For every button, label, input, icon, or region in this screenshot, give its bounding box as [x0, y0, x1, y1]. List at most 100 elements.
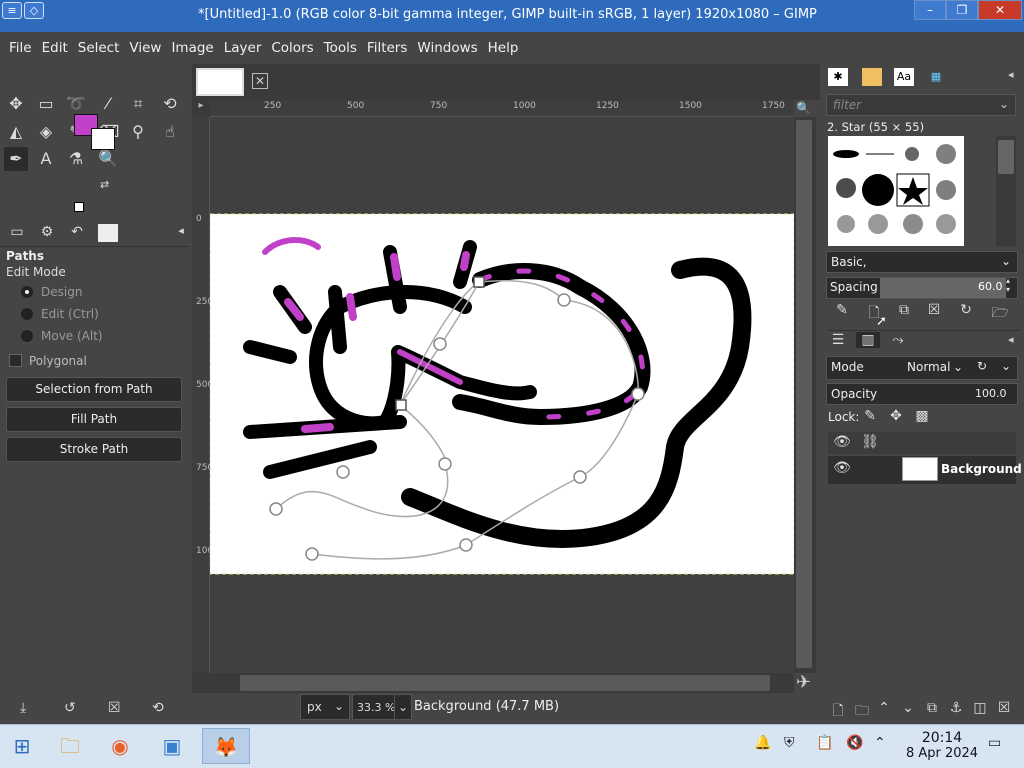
brush-thumb[interactable] — [936, 180, 956, 200]
menu-filters[interactable]: Filters — [362, 40, 412, 56]
menu-colors[interactable]: Colors — [266, 40, 318, 56]
layer-thumbnail[interactable] — [902, 457, 938, 481]
menu-image[interactable]: Image — [166, 40, 218, 56]
unit-select[interactable]: px ⌄ — [300, 694, 350, 720]
horizontal-scroll-thumb[interactable] — [240, 675, 770, 691]
app-menu-icon[interactable]: ≡ — [2, 2, 22, 19]
design-mode-radio[interactable] — [21, 286, 33, 298]
delete-brush-icon[interactable]: ☒ — [922, 302, 946, 318]
text-tool-icon[interactable]: A — [34, 147, 58, 171]
color-picker-icon[interactable]: ⚗ — [64, 147, 88, 171]
polygonal-checkbox[interactable] — [9, 354, 22, 367]
taskbar-clock[interactable]: 20:14 8 Apr 2024 — [902, 730, 982, 762]
stroke-path-button[interactable]: Stroke Path — [6, 437, 182, 462]
horizontal-ruler[interactable]: 250 500 750 1000 1250 1500 1750 — [210, 100, 794, 117]
duplicate-layer-icon[interactable]: ⧉ — [920, 700, 944, 716]
move-mode-label[interactable]: Move (Alt) — [41, 329, 103, 343]
clone-icon[interactable]: ⚲ — [126, 120, 150, 144]
smudge-icon[interactable]: ☝ — [158, 120, 182, 144]
transform-icon[interactable]: ⟲ — [158, 92, 182, 116]
maximize-button[interactable]: ❐ — [946, 0, 978, 20]
layers-dock-menu-icon[interactable]: ◂ — [1008, 333, 1014, 346]
menu-layer[interactable]: Layer — [219, 40, 267, 56]
restore-options-icon[interactable]: ↺ — [64, 700, 76, 716]
control-panel-icon[interactable]: ▣ — [152, 728, 192, 764]
firefox-icon[interactable]: ◉ — [100, 728, 140, 764]
menu-help[interactable]: Help — [483, 40, 524, 56]
edit-mode-option-label[interactable]: Edit (Ctrl) — [41, 307, 99, 321]
nav-corner-icon[interactable] — [192, 673, 210, 693]
layer-mode-select[interactable]: Mode Normal ⌄ ↻ ⌄ — [826, 356, 1018, 380]
quick-mask-corner-icon[interactable]: ▸ — [192, 100, 210, 117]
fonts-tab-icon[interactable]: Aa — [894, 68, 914, 86]
image-tab-thumbnail[interactable] — [196, 68, 244, 96]
brush-thumb[interactable] — [905, 147, 919, 161]
brush-thumb[interactable] — [936, 144, 956, 164]
delete-layer-icon[interactable]: ☒ — [992, 700, 1016, 716]
warp-icon[interactable]: ◭ — [4, 120, 28, 144]
show-desktop-icon[interactable]: ▭ — [988, 735, 1001, 751]
lock-pixels-icon[interactable]: ✎ — [858, 408, 882, 424]
brush-tag-field[interactable]: Basic, ⌄ — [826, 251, 1018, 273]
menu-edit[interactable]: Edit — [37, 40, 73, 56]
reset-options-icon[interactable]: ⟲ — [152, 700, 164, 716]
images-tab-icon[interactable] — [98, 224, 118, 242]
menu-select[interactable]: Select — [73, 40, 125, 56]
fuzzy-select-icon[interactable]: ⁄ — [96, 92, 120, 116]
bucket-fill-icon[interactable]: ◈ — [34, 120, 58, 144]
diamond-icon[interactable]: ◇ — [24, 2, 44, 19]
patterns-tab-icon[interactable] — [862, 68, 882, 86]
gradients-tab-icon[interactable]: ▦ — [926, 68, 946, 86]
edit-mode-radio[interactable] — [21, 308, 33, 320]
layer-name[interactable]: Background — [941, 462, 1022, 476]
new-layer-icon[interactable]: 🗋 — [826, 700, 850, 724]
mask-layer-icon[interactable]: ◫ — [968, 700, 992, 716]
clipboard-icon[interactable]: 📋 — [816, 735, 833, 751]
reset-mode-icon[interactable]: ↻ — [977, 359, 987, 373]
brush-thumb[interactable] — [936, 214, 956, 234]
minimize-button[interactable]: – — [914, 0, 946, 20]
edit-brush-icon[interactable]: ✎ — [830, 302, 854, 318]
zoom-chevron-icon[interactable]: ⌄ — [394, 694, 412, 720]
delete-options-icon[interactable]: ☒ — [108, 700, 121, 716]
brush-thumb[interactable] — [837, 215, 855, 233]
menu-file[interactable]: File — [4, 40, 37, 56]
zoom-image-icon[interactable]: 🔍 — [796, 101, 814, 117]
save-options-icon[interactable]: ⤓ — [20, 700, 26, 716]
navigate-icon[interactable]: ✈ — [796, 672, 811, 693]
brush-thumb[interactable] — [833, 150, 859, 158]
polygonal-label[interactable]: Polygonal — [29, 354, 87, 368]
paths-tool-icon[interactable]: ✒ — [4, 147, 28, 171]
brush-thumb[interactable] — [868, 214, 888, 234]
layers-tab-icon[interactable]: ☰ — [826, 332, 850, 348]
menu-tools[interactable]: Tools — [319, 40, 362, 56]
gimp-taskbar-icon[interactable]: 🦊 — [202, 728, 250, 764]
lock-position-icon[interactable]: ✥ — [884, 408, 908, 424]
fill-path-button[interactable]: Fill Path — [6, 407, 182, 432]
canvas-viewport[interactable] — [209, 117, 795, 673]
background-color-swatch[interactable] — [91, 128, 115, 150]
notification-icon[interactable]: 🔔 — [754, 735, 771, 751]
spacing-spin-icon[interactable]: ▴ ▾ — [1006, 276, 1010, 294]
lasso-icon[interactable]: ➰ — [64, 92, 88, 116]
close-button[interactable]: ✕ — [978, 0, 1022, 20]
security-icon[interactable]: ⛨ — [784, 735, 795, 751]
file-manager-icon[interactable]: 🗀 — [50, 728, 90, 764]
brush-scroll-thumb[interactable] — [998, 140, 1014, 174]
vertical-scroll-thumb[interactable] — [796, 120, 812, 668]
brush-thumb[interactable] — [836, 178, 856, 198]
configure-tab-icon[interactable]: ◂ — [168, 224, 194, 244]
brush-thumb[interactable] — [903, 214, 923, 234]
design-mode-label[interactable]: Design — [41, 285, 82, 299]
brush-grid[interactable] — [828, 136, 964, 246]
default-colors-icon[interactable] — [74, 202, 84, 212]
lower-layer-icon[interactable]: ⌄ — [896, 700, 920, 716]
refresh-brushes-icon[interactable]: ↻ — [954, 302, 978, 318]
brush-filter-input[interactable]: filter ⌄ — [826, 94, 1016, 116]
paths-tab-icon[interactable]: ⤳ — [886, 332, 910, 348]
crop-icon[interactable]: ⌗ — [126, 92, 150, 116]
tool-options-tab-icon[interactable]: ▭ — [4, 224, 30, 244]
device-status-tab-icon[interactable]: ⚙ — [34, 224, 60, 244]
channels-tab-icon[interactable]: ▥ — [856, 332, 880, 348]
brush-dock-menu-icon[interactable]: ◂ — [1008, 68, 1014, 81]
